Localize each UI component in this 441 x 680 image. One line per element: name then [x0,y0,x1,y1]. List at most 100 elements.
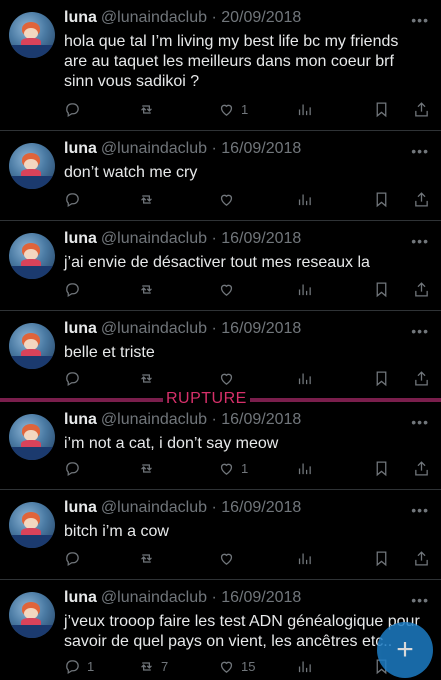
tweet-text: belle et triste [64,344,155,361]
bar-chart-icon [298,284,311,295]
like-button[interactable]: 1 [218,458,248,478]
bookmark-button[interactable] [373,458,390,478]
more-options-icon[interactable]: ••• [411,12,429,28]
author-handle[interactable]: @lunaindaclub [101,589,207,606]
like-button[interactable] [218,548,241,568]
reply-button[interactable] [64,99,87,119]
avatar[interactable] [9,12,55,58]
tweet-header: luna @lunaindaclub · 16/09/2018 [64,499,301,517]
share-button[interactable] [413,368,430,388]
author-handle[interactable]: @lunaindaclub [101,9,207,26]
views-button[interactable] [296,189,313,209]
tweet-text: j’ai envie de désactiver tout mes reseau… [64,254,370,271]
tweet-item[interactable]: luna @lunaindaclub · 20/09/2018 ••• hola … [0,0,441,131]
bar-chart-icon [298,194,311,205]
more-options-icon[interactable]: ••• [411,323,429,339]
share-button[interactable] [413,99,430,119]
reply-button[interactable]: 1 [64,656,94,676]
avatar[interactable] [9,592,55,638]
retweet-button[interactable] [138,548,161,568]
share-button[interactable] [413,189,430,209]
like-button[interactable]: 15 [218,656,255,676]
retweet-button[interactable] [138,368,161,388]
author-handle[interactable]: @lunaindaclub [101,411,207,428]
like-button[interactable] [218,368,241,388]
retweet-button[interactable] [138,458,161,478]
author-name[interactable]: luna [64,9,97,26]
tweet-date[interactable]: · 16/09/2018 [211,320,301,337]
author-name[interactable]: luna [64,499,97,516]
reply-button[interactable] [64,548,87,568]
retweet-button[interactable] [138,279,161,299]
avatar[interactable] [9,143,55,189]
tweet-item[interactable]: luna @lunaindaclub · 16/09/2018 ••• i’m n… [0,402,441,490]
author-name[interactable]: luna [64,230,97,247]
views-button[interactable] [296,368,313,388]
views-button[interactable] [296,548,313,568]
like-button[interactable]: 1 [218,99,248,119]
reply-button[interactable] [64,458,87,478]
share-icon [415,550,428,566]
author-name[interactable]: luna [64,140,97,157]
reply-button[interactable] [64,368,87,388]
more-options-icon[interactable]: ••• [411,592,429,608]
author-handle[interactable]: @lunaindaclub [101,140,207,157]
share-button[interactable] [413,279,430,299]
bookmark-button[interactable] [373,368,390,388]
views-button[interactable] [296,279,313,299]
author-name[interactable]: luna [64,411,97,428]
retweet-button[interactable] [138,189,161,209]
tweet-date[interactable]: · 20/09/2018 [211,9,301,26]
views-button[interactable] [296,656,313,676]
like-button[interactable] [218,279,241,299]
share-icon [415,460,428,476]
reply-icon [66,461,79,476]
more-options-icon[interactable]: ••• [411,143,429,159]
tweet-date[interactable]: · 16/09/2018 [211,230,301,247]
tweet-item[interactable]: luna @lunaindaclub · 16/09/2018 ••• j’ai … [0,221,441,311]
views-button[interactable] [296,458,313,478]
avatar[interactable] [9,502,55,548]
bookmark-button[interactable] [373,189,390,209]
tweet-date[interactable]: · 16/09/2018 [211,589,301,606]
more-options-icon[interactable]: ••• [411,502,429,518]
tweet-item[interactable]: luna @lunaindaclub · 16/09/2018 ••• j’veu… [0,580,441,680]
compose-tweet-button[interactable]: + [377,622,433,678]
bookmark-button[interactable] [373,279,390,299]
retweet-icon [141,661,152,671]
tweet-date[interactable]: · 16/09/2018 [211,499,301,516]
share-button[interactable] [413,548,430,568]
heart-icon [220,553,233,565]
author-name[interactable]: luna [64,320,97,337]
more-options-icon[interactable]: ••• [411,414,429,430]
tweet-item[interactable]: luna @lunaindaclub · 16/09/2018 ••• bitch… [0,490,441,580]
reply-button[interactable] [64,279,87,299]
tweet-item[interactable]: luna @lunaindaclub · 16/09/2018 ••• belle… [0,311,441,400]
bookmark-button[interactable] [373,99,390,119]
author-handle[interactable]: @lunaindaclub [101,320,207,337]
avatar[interactable] [9,233,55,279]
tweet-date[interactable]: · 16/09/2018 [211,140,301,157]
tweet-item[interactable]: luna @lunaindaclub · 16/09/2018 ••• don’t… [0,131,441,221]
heart-icon [220,463,233,475]
author-name[interactable]: luna [64,589,97,606]
author-handle[interactable]: @lunaindaclub [101,499,207,516]
share-button[interactable] [413,458,430,478]
retweet-button[interactable] [138,99,161,119]
tweet-header: luna @lunaindaclub · 16/09/2018 [64,140,301,158]
bar-chart-icon [298,373,311,384]
avatar[interactable] [9,414,55,460]
avatar[interactable] [9,323,55,369]
like-count: 1 [241,101,249,117]
author-handle[interactable]: @lunaindaclub [101,230,207,247]
tweet-date[interactable]: · 16/09/2018 [211,411,301,428]
like-button[interactable] [218,189,241,209]
reply-icon [66,659,79,674]
reply-button[interactable] [64,189,87,209]
more-options-icon[interactable]: ••• [411,233,429,249]
views-button[interactable] [296,99,313,119]
tweet-header: luna @lunaindaclub · 16/09/2018 [64,320,301,338]
reply-count: 1 [87,658,95,674]
retweet-button[interactable]: 7 [138,656,168,676]
bookmark-button[interactable] [373,548,390,568]
